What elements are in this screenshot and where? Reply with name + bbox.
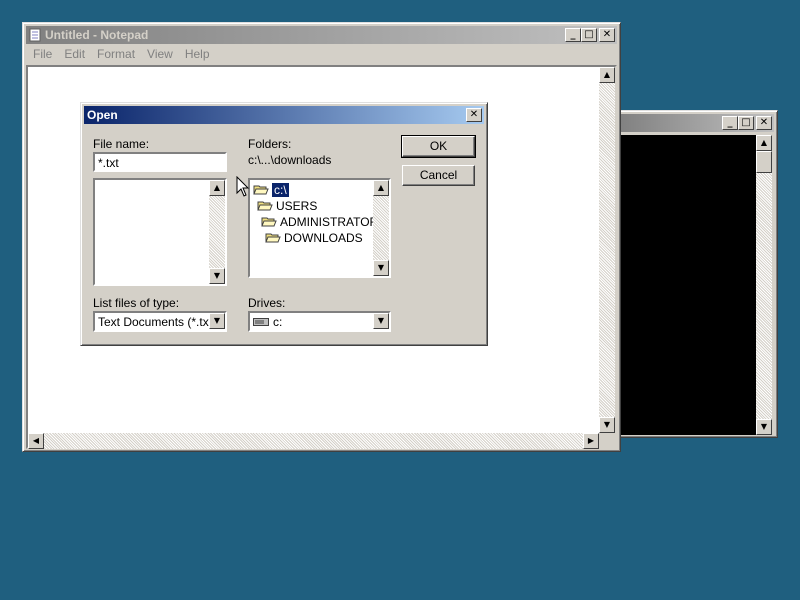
list-type-label: List files of type:	[93, 296, 180, 310]
notepad-vertical-scrollbar[interactable]: ▲ ▼	[599, 67, 615, 433]
drive-icon	[253, 317, 269, 326]
folder-tree[interactable]: c:\ USERS ADMINISTRATOR DOWNLOADS	[248, 178, 391, 278]
notepad-scroll-left-button[interactable]: ◀	[28, 433, 44, 449]
open-folder-icon	[253, 185, 269, 194]
notepad-titlebar[interactable]: Untitled - Notepad _ □ ✕	[26, 26, 617, 44]
console-scroll-thumb[interactable]	[756, 151, 772, 173]
file-list-scroll-up-button[interactable]: ▲	[209, 180, 225, 196]
console-screen[interactable]	[621, 135, 756, 435]
console-minimize-button[interactable]: _	[722, 116, 738, 130]
console-maximize-button[interactable]: □	[738, 116, 754, 130]
folder-name: DOWNLOADS	[284, 230, 363, 245]
ok-button[interactable]: OK	[401, 135, 476, 158]
menu-help[interactable]: Help	[179, 45, 216, 63]
folder-item-users[interactable]: USERS	[257, 198, 317, 213]
menu-view[interactable]: View	[141, 45, 179, 63]
console-scroll-down-button[interactable]: ▼	[756, 419, 772, 435]
menu-edit[interactable]: Edit	[58, 45, 91, 63]
folder-item-downloads[interactable]: DOWNLOADS	[265, 230, 363, 245]
console-vertical-scrollbar[interactable]: ▲ ▼	[756, 135, 772, 435]
notepad-app-icon	[29, 28, 41, 42]
console-window[interactable]: _ □ ✕ ▲ ▼	[614, 110, 778, 438]
folder-tree-scrollbar[interactable]: ▲ ▼	[373, 180, 389, 276]
drives-dropdown-button[interactable]: ▼	[373, 313, 389, 329]
notepad-title: Untitled - Notepad	[45, 28, 149, 42]
folder-name: USERS	[276, 198, 318, 213]
file-list[interactable]	[93, 178, 227, 286]
size-grip[interactable]	[599, 433, 615, 449]
notepad-close-button[interactable]: ✕	[599, 28, 615, 42]
file-type-value: Text Documents (*.txt)	[98, 315, 217, 329]
notepad-maximize-button[interactable]: □	[581, 28, 597, 42]
open-folder-icon	[261, 217, 277, 226]
current-folder-path: c:\...\downloads	[248, 153, 332, 167]
folder-name: c:\	[272, 182, 289, 197]
console-scroll-up-button[interactable]: ▲	[756, 135, 772, 151]
folder-tree-scroll-down-button[interactable]: ▼	[373, 260, 389, 276]
file-type-dropdown-button[interactable]: ▼	[209, 313, 225, 329]
folder-item-c[interactable]: c:\	[253, 182, 289, 197]
drives-select[interactable]: c:	[248, 311, 391, 332]
cancel-button[interactable]: Cancel	[402, 165, 475, 186]
file-type-select[interactable]: Text Documents (*.txt)	[93, 311, 227, 332]
folders-label: Folders:	[248, 137, 292, 151]
notepad-minimize-button[interactable]: _	[565, 28, 581, 42]
folder-tree-scroll-up-button[interactable]: ▲	[373, 180, 389, 196]
menu-format[interactable]: Format	[91, 45, 141, 63]
open-dialog-close-button[interactable]: ✕	[466, 108, 482, 122]
file-name-input[interactable]: *.txt	[93, 152, 227, 172]
drives-label: Drives:	[248, 296, 286, 310]
folder-name: ADMINISTRATOR	[280, 214, 379, 229]
file-list-scrollbar[interactable]: ▲ ▼	[209, 180, 225, 284]
console-titlebar[interactable]: _ □ ✕	[618, 114, 774, 132]
console-close-button[interactable]: ✕	[756, 116, 772, 130]
notepad-horizontal-scrollbar[interactable]: ◀ ▶	[28, 433, 599, 449]
open-folder-icon	[257, 201, 273, 210]
notepad-scroll-up-button[interactable]: ▲	[599, 67, 615, 83]
menu-file[interactable]: File	[27, 45, 58, 63]
file-list-scroll-down-button[interactable]: ▼	[209, 268, 225, 284]
mouse-cursor-icon	[236, 176, 250, 197]
drives-value: c:	[273, 314, 283, 329]
folder-item-administrator[interactable]: ADMINISTRATOR	[261, 214, 378, 229]
open-dialog[interactable]: Open ✕ File name: *.txt ▲ ▼ Folders: c:\…	[80, 102, 488, 346]
notepad-menubar: File Edit Format View Help	[27, 45, 216, 63]
open-dialog-titlebar[interactable]: Open ✕	[84, 106, 484, 124]
open-dialog-title: Open	[87, 108, 118, 122]
file-name-label: File name:	[93, 137, 150, 151]
open-folder-icon	[265, 233, 281, 242]
notepad-scroll-down-button[interactable]: ▼	[599, 417, 615, 433]
notepad-scroll-right-button[interactable]: ▶	[583, 433, 599, 449]
